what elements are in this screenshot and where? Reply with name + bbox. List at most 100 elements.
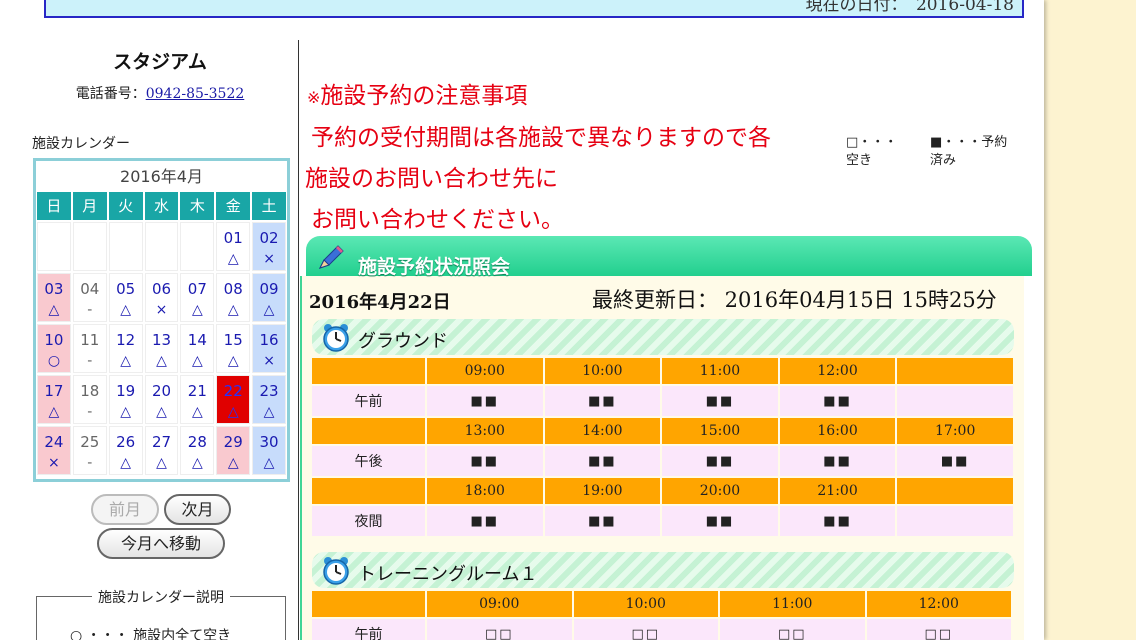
next-month-button[interactable]: 次月 [164,494,231,525]
calendar-dow: 木 [180,192,215,220]
alarm-clock-icon [323,324,349,352]
availability-mark: △ [227,404,239,420]
reservation-slot[interactable]: □□ [427,619,572,640]
reservation-slot[interactable]: ■■ [544,386,661,416]
reservation-slot[interactable]: ■■ [544,446,661,476]
calendar-day-number: 03 [44,280,64,298]
calendar-dow: 金 [216,192,251,220]
calendar-day-cell[interactable]: 18 - [72,375,107,424]
calendar-day-cell[interactable]: 02 × [252,222,286,271]
calendar-dow: 土 [252,192,286,220]
reservation-slot[interactable]: ■■ [779,446,896,476]
calendar-day-cell[interactable]: 25 - [72,426,107,475]
availability-mark: △ [263,302,275,318]
calendar-day-cell[interactable]: 09 △ [252,273,286,322]
calendar-day-cell[interactable]: 23 △ [252,375,286,424]
reservation-slot[interactable]: ■■ [897,446,1013,476]
availability-mark: △ [227,353,239,369]
reservation-slot[interactable]: ■■ [779,506,896,536]
time-slot-header: 12:00 [866,591,1011,617]
timetable-blank-cell [312,418,425,444]
reservation-slot[interactable]: □□ [866,619,1011,640]
calendar-day-cell[interactable]: 24 × [37,426,71,475]
calendar-day-cell[interactable]: 05 △ [108,273,143,322]
availability-mark: △ [227,455,239,471]
phone-label: 電話番号： [75,86,146,102]
availability-mark: - [87,455,93,471]
reservation-slot[interactable]: ■■ [427,506,543,536]
availability-mark: △ [156,455,167,471]
calendar-month: 2016年4月 [120,167,203,186]
time-slot-header: 11:00 [662,358,778,384]
calendar-day-cell[interactable]: 10 ○ [37,324,71,373]
availability-mark: △ [191,353,203,369]
calendar-day-cell[interactable]: 12 △ [108,324,143,373]
panel-title: 施設予約状況照会 [358,256,511,278]
calendar-day-cell[interactable]: 03 △ [37,273,71,322]
calendar-day-cell[interactable]: 11 - [72,324,107,373]
time-slot-header: 13:00 [427,418,543,444]
calendar-day-cell[interactable]: 06 × [144,273,179,322]
availability-mark: △ [48,302,60,318]
reservation-slot[interactable]: □□ [720,619,865,640]
current-date-text: 現在の日付： 2016-04-18 [805,0,1014,15]
prev-month-button[interactable]: 前月 [91,494,159,525]
this-month-button[interactable]: 今月へ移動 [97,528,225,559]
notice-line: 施設のお問い合わせ先に [305,166,558,192]
calendar-day-cell[interactable]: 22 △ [216,375,251,424]
reservation-slot[interactable]: ■■ [427,386,543,416]
calendar-empty-cell [144,222,179,271]
time-slot-header: 09:00 [427,358,543,384]
reservation-panel-header: 施設予約状況照会 [306,236,1032,278]
calendar-day-cell[interactable]: 01 △ [216,222,251,271]
calendar-day-cell[interactable]: 07 △ [180,273,215,322]
calendar-day-cell[interactable]: 20 △ [144,375,179,424]
current-date-bar: 現在の日付： 2016-04-18 [44,0,1024,18]
reservation-slot[interactable]: □□ [573,619,718,640]
notice-line: お問い合わせください。 [311,207,564,233]
calendar-day-cell[interactable]: 30 △ [252,426,286,475]
timetable: 09:00 10:00 11:00 12:00 午前 □□ □□ □□ □□ [310,589,1015,640]
calendar-empty-cell [72,222,107,271]
calendar-day-cell[interactable]: 13 △ [144,324,179,373]
calendar-day-number: 22 [223,382,243,400]
reservation-slot[interactable]: ■■ [779,386,896,416]
calendar-day-cell[interactable]: 28 △ [180,426,215,475]
timetable-blank-cell [312,478,425,504]
calendar-day-cell[interactable]: 29 △ [216,426,251,475]
availability-mark: - [87,302,93,318]
notice-star: ※ [307,88,321,107]
calendar-day-number: 18 [80,382,100,400]
calendar-day-cell[interactable]: 17 △ [37,375,71,424]
calendar-title: 施設カレンダー [32,136,130,152]
availability-mark: - [87,353,93,369]
reservation-slot[interactable]: ■■ [662,506,778,536]
calendar-day-cell[interactable]: 27 △ [144,426,179,475]
calendar-day-cell[interactable]: 15 △ [216,324,251,373]
reservation-slot[interactable]: ■■ [662,386,778,416]
reservation-slot[interactable]: ■■ [662,446,778,476]
calendar-grid: 日月火水木金土 01 △ 02 × 03 △ 04 - 05 △ 06 × 07 △ 08 △ 09 △ 10 ○ 11 -… [36,192,287,475]
calendar-day-number: 12 [116,331,136,349]
availability-mark: × [155,302,168,318]
reservation-slot[interactable]: ■■ [427,446,543,476]
calendar-day-number: 20 [151,382,172,400]
reservation-slot[interactable]: ■■ [544,506,661,536]
selected-date: 2016年4月22日 [309,292,451,313]
calendar-day-number: 07 [187,280,207,298]
calendar-day-cell[interactable]: 16 × [252,324,286,373]
calendar-day-cell[interactable]: 08 △ [216,273,251,322]
calendar-day-number: 04 [80,280,100,298]
calendar-day-number: 24 [44,433,64,451]
calendar-day-number: 06 [151,280,172,298]
calendar-day-cell[interactable]: 04 - [72,273,107,322]
facility-name: スタジアム [113,51,207,73]
phone-link[interactable]: 0942-85-3522 [146,86,245,102]
calendar-day-cell[interactable]: 21 △ [180,375,215,424]
calendar-day-cell[interactable]: 14 △ [180,324,215,373]
calendar-day-cell[interactable]: 19 △ [108,375,143,424]
calendar-empty-cell [108,222,143,271]
calendar-day-cell[interactable]: 26 △ [108,426,143,475]
time-slot-header: 12:00 [779,358,896,384]
availability-mark: △ [120,353,132,369]
